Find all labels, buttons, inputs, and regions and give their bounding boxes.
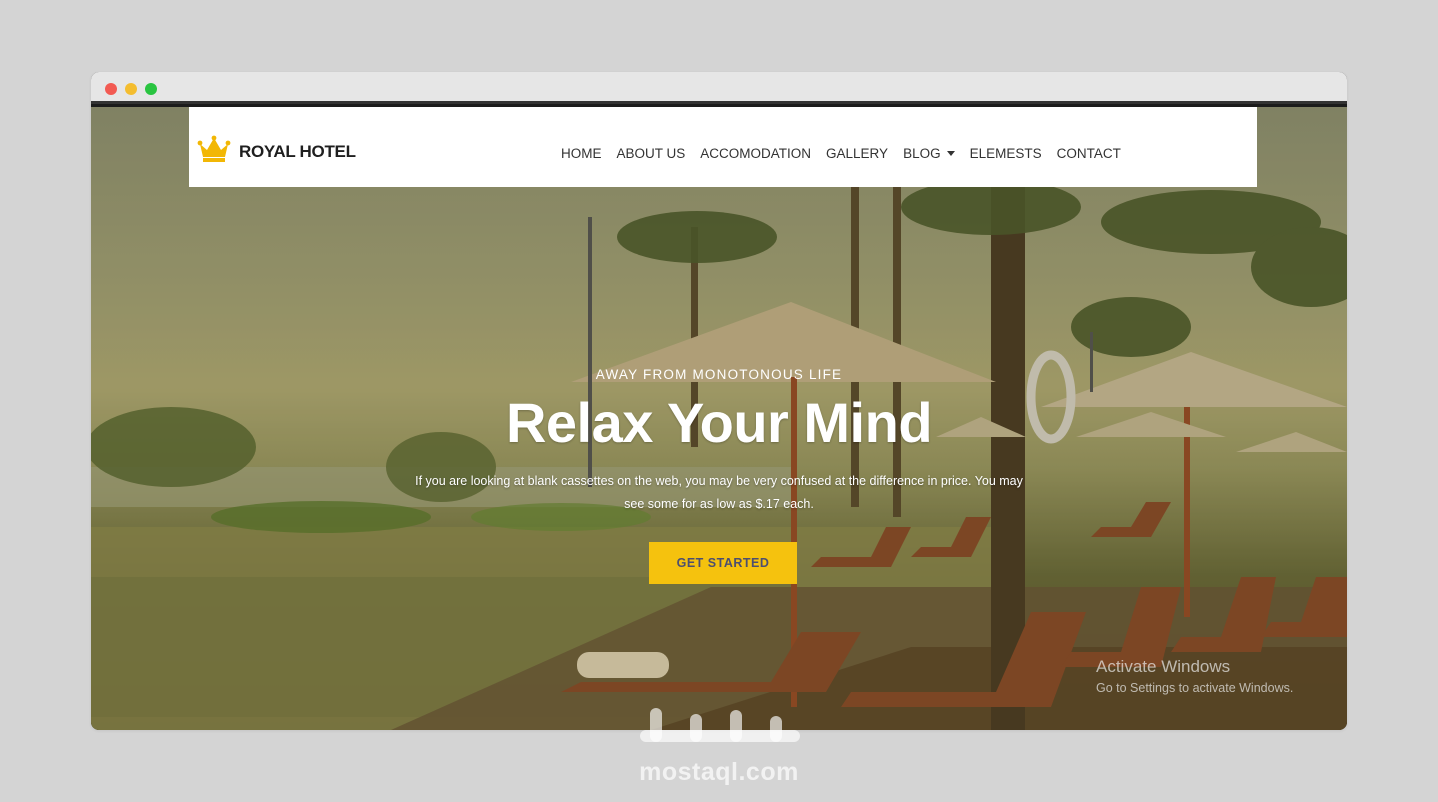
activate-windows-subtitle: Go to Settings to activate Windows. [1096,681,1294,695]
hero-description: If you are looking at blank cassettes on… [415,474,1023,511]
activate-windows-title: Activate Windows [1096,657,1231,676]
maximize-window-button[interactable] [145,83,157,95]
brand-name: ROYAL HOTEL [239,141,356,161]
hero-title: Relax Your Mind [505,391,933,454]
nav-item-gallery[interactable]: GALLERY [826,146,888,161]
nav-item-accomodation[interactable]: ACCOMODATION [700,146,811,161]
nav-item-blog[interactable]: BLOG [903,146,955,161]
caret-down-icon [946,151,955,156]
brand-logo[interactable]: ROYAL HOTEL [197,135,356,168]
activate-windows-notice: Activate Windows Go to Settings to activ… [1096,657,1293,695]
nav-item-about-us[interactable]: ABOUT US [617,146,686,161]
minimize-window-button[interactable] [125,83,137,95]
watermark-text: mostaql.com [639,758,799,786]
browser-window: ROYAL HOTEL HOME ABOUT US ACCOMODATION G… [91,72,1347,730]
nav-item-home[interactable]: HOME [561,146,602,161]
navbar: ROYAL HOTEL HOME ABOUT US ACCOMODATION G… [189,107,1257,187]
mostaql-logo-watermark [640,708,800,742]
nav-item-elements[interactable]: ELEMESTS [970,146,1042,161]
nav-item-blog-label: BLOG [903,146,941,161]
close-window-button[interactable] [105,83,117,95]
crown-icon [197,135,231,168]
nav-item-contact[interactable]: CONTACT [1057,146,1121,161]
get-started-button[interactable]: GET STARTED [649,542,797,584]
main-menu: HOME ABOUT US ACCOMODATION GALLERY BLOG … [561,146,1136,161]
hero-section: ROYAL HOTEL HOME ABOUT US ACCOMODATION G… [91,107,1347,730]
hero-subtitle: AWAY FROM MONOTONOUS LIFE [595,367,843,382]
title-bar [91,72,1347,104]
